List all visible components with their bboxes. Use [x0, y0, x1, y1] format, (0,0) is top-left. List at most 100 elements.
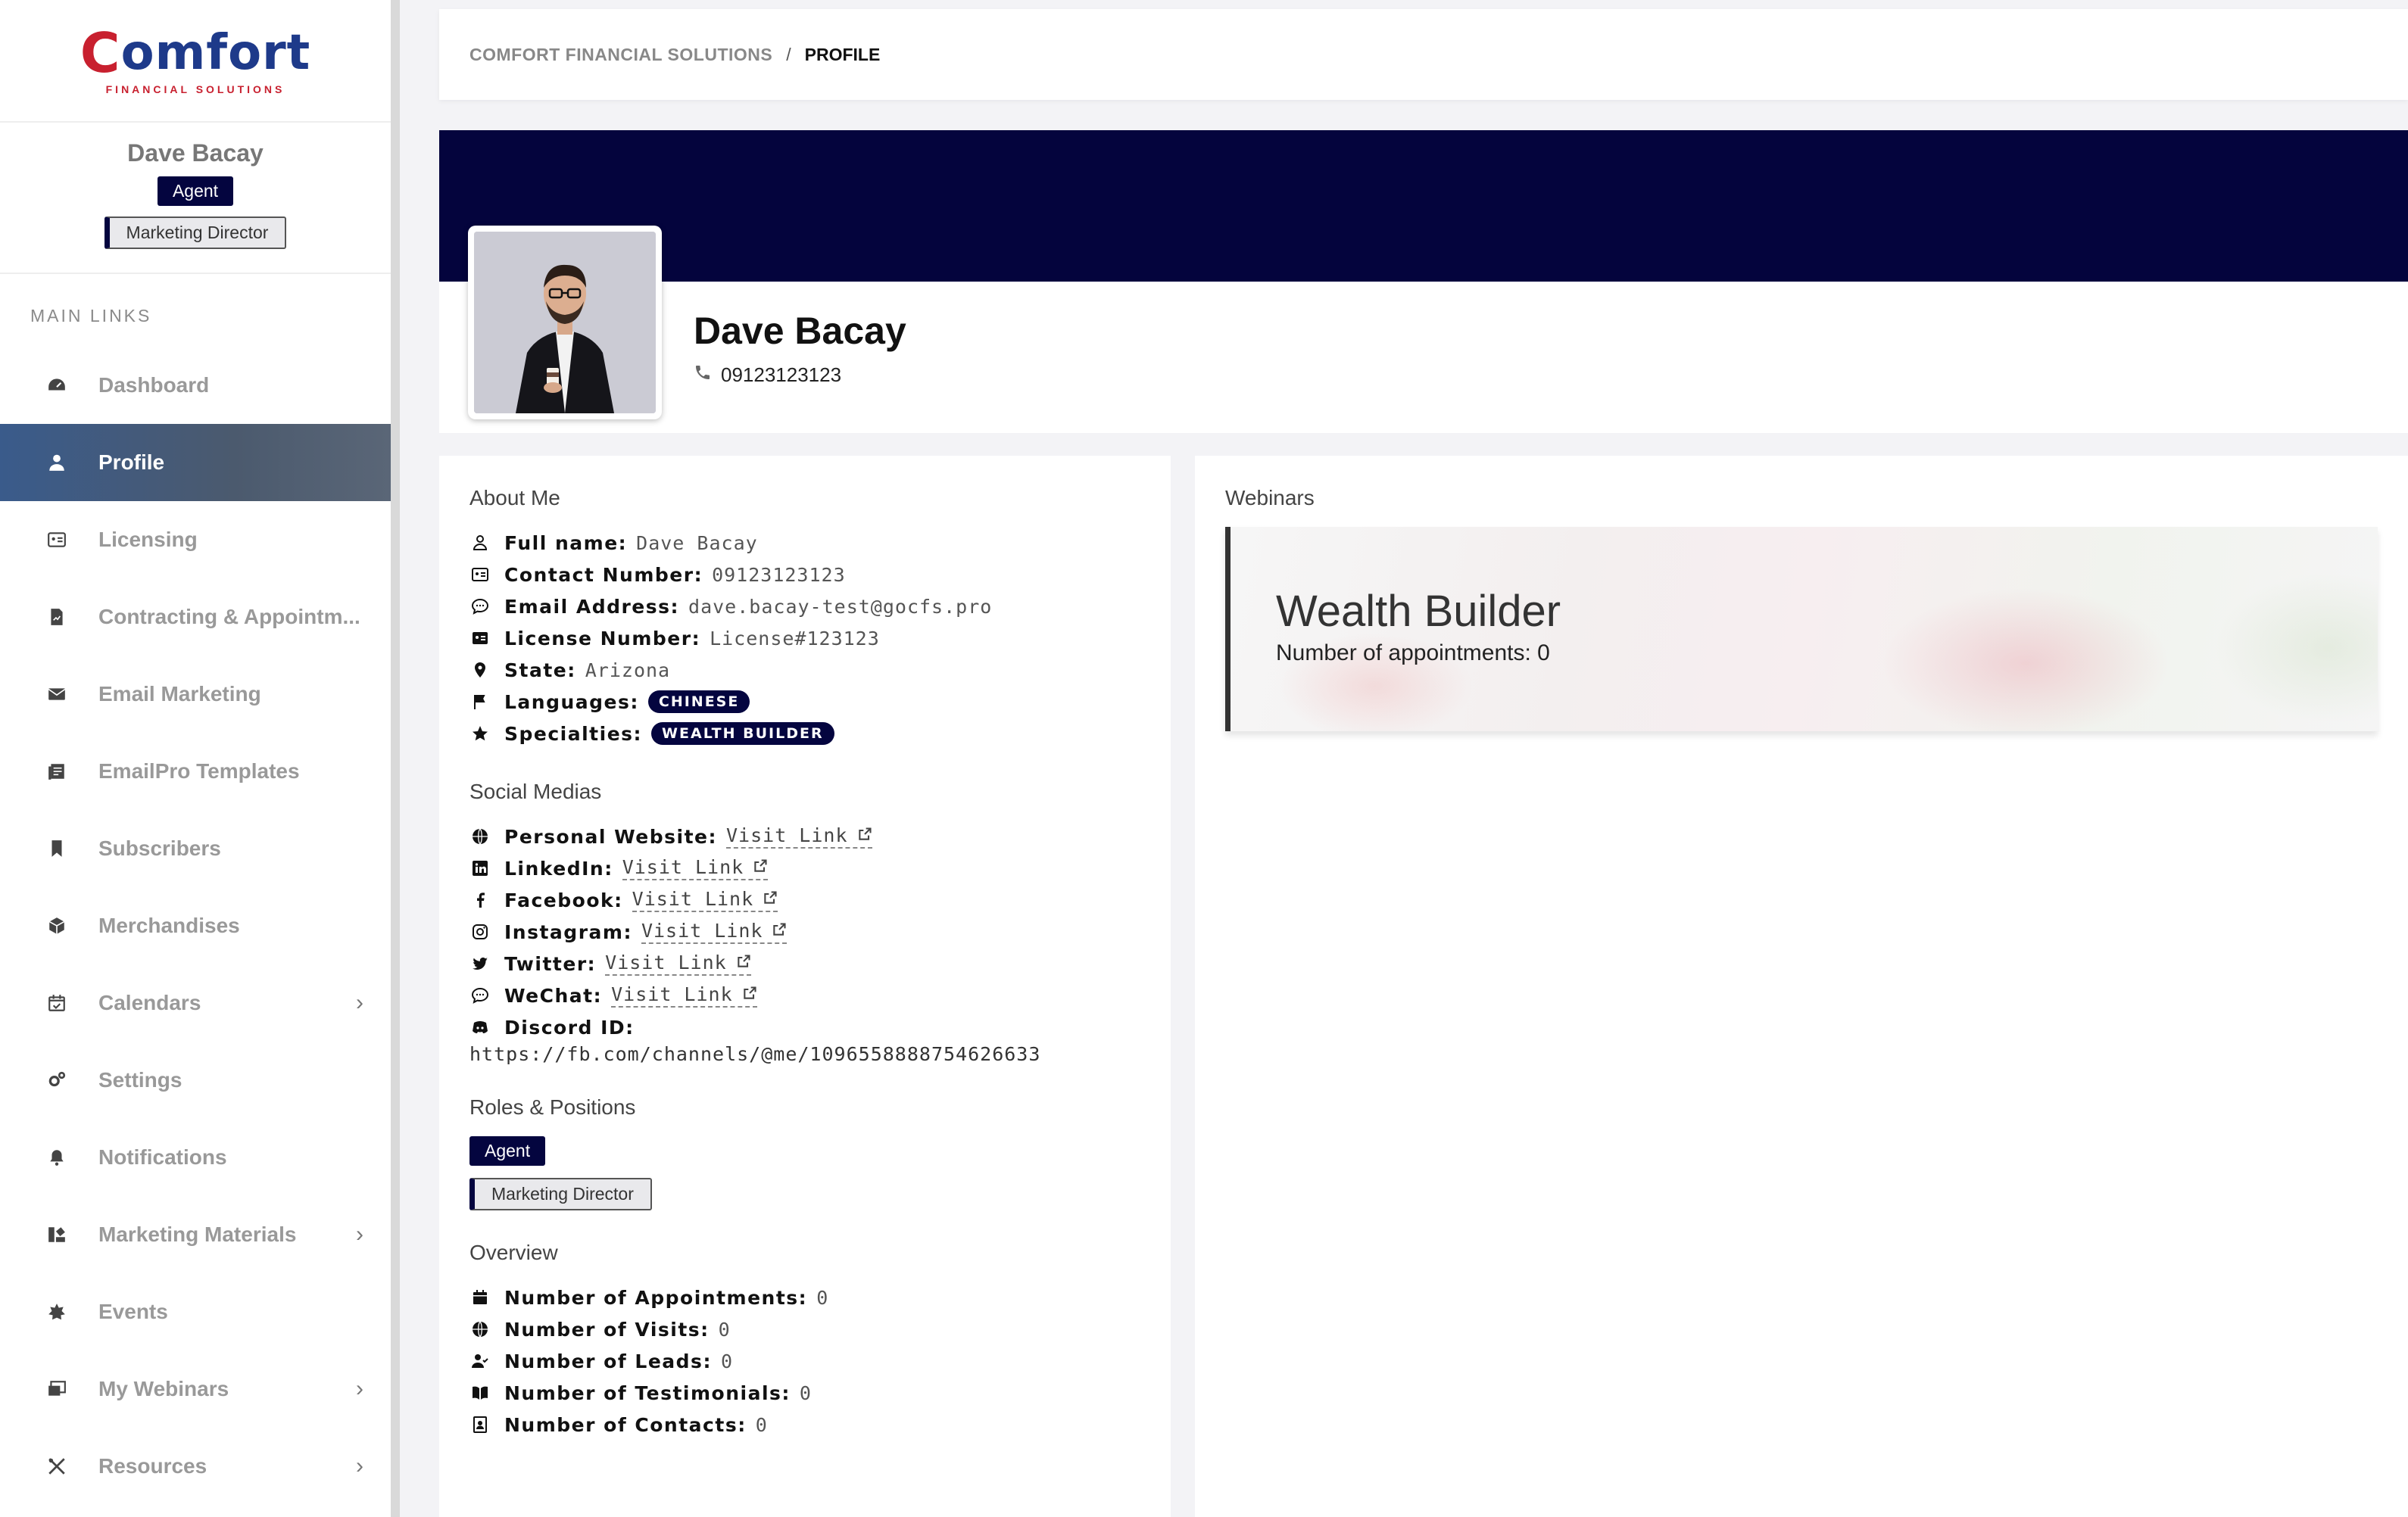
sidebar-item-my-webinars[interactable]: My Webinars ›: [0, 1350, 391, 1428]
languages-label: Languages:: [504, 690, 639, 713]
facebook-icon: [469, 891, 491, 909]
about-row: State: Arizona: [469, 654, 1140, 686]
discord-icon: [469, 1018, 491, 1036]
avatar: [468, 226, 662, 419]
logo-wordmark: Comfort: [80, 26, 310, 80]
about-row: Contact Number: 09123123123: [469, 559, 1140, 590]
overview-row-value: 0: [720, 1350, 734, 1372]
external-link-icon: [742, 983, 757, 1005]
visit-link[interactable]: Visit Link: [622, 856, 769, 880]
social-row: Twitter: Visit Link: [469, 948, 1140, 980]
overview-row-label: Number of Contacts:: [504, 1413, 747, 1436]
visit-link[interactable]: Visit Link: [632, 888, 778, 912]
social-list: Personal Website: Visit Link LinkedIn: Visi…: [469, 821, 1140, 1011]
sidebar-item-resources[interactable]: Resources ›: [0, 1428, 391, 1505]
sidebar-item-notifications[interactable]: Notifications: [0, 1119, 391, 1196]
sidebar-item-licensing[interactable]: Licensing: [0, 501, 391, 578]
breadcrumb-separator: /: [786, 44, 791, 64]
sidebar-item-label: Settings: [98, 1068, 182, 1092]
external-link-icon: [736, 952, 751, 973]
visit-link[interactable]: Visit Link: [611, 983, 757, 1008]
profile-photo: [474, 232, 656, 413]
template-icon: [45, 762, 68, 781]
address-book-icon: [469, 1416, 491, 1434]
calendar-icon: [469, 1288, 491, 1307]
languages-row: Languages: CHINESE: [469, 686, 1140, 718]
envelope-icon: [45, 684, 68, 704]
role-badge: Agent: [469, 1136, 546, 1166]
overview-row: Number of Appointments: 0: [469, 1282, 1140, 1313]
profile-header-card: Dave Bacay 09123123123: [439, 130, 2408, 433]
overview-row-label: Number of Visits:: [504, 1318, 710, 1341]
chevron-right-icon: ›: [356, 1222, 363, 1247]
user-check-icon: [469, 1352, 491, 1370]
sidebar-item-email-marketing[interactable]: Email Marketing: [0, 656, 391, 733]
about-row-value: Arizona: [585, 659, 671, 681]
about-row-label: State:: [504, 659, 576, 681]
sidebar-item-marketing-materials[interactable]: Marketing Materials ›: [0, 1196, 391, 1273]
sidebar-item-label: Events: [98, 1300, 168, 1323]
external-link-icon: [753, 856, 768, 878]
visit-link-text: Visit Link: [622, 856, 744, 878]
discord-value: https://fb.com/channels/@me/109655888875…: [469, 1043, 1041, 1065]
overview-title: Overview: [469, 1241, 558, 1264]
license-card-icon: [469, 629, 491, 647]
location-pin-icon: [469, 661, 491, 679]
breadcrumb-root[interactable]: COMFORT FINANCIAL SOLUTIONS: [469, 45, 772, 65]
chevron-right-icon: ›: [356, 1453, 363, 1478]
webinars-title: Webinars: [1225, 486, 1315, 509]
visit-link-text: Visit Link: [611, 983, 733, 1005]
calendar-check-icon: [45, 993, 68, 1013]
position-badge: Marketing Director: [469, 1178, 652, 1210]
webinars-card: Webinars Wealth Builder Number of appoin…: [1195, 456, 2408, 1517]
star-burst-icon: [45, 1302, 68, 1322]
phone-icon: [694, 363, 712, 387]
sidebar-item-dashboard[interactable]: Dashboard: [0, 347, 391, 424]
wechat-icon: [469, 986, 491, 1005]
company-logo[interactable]: Comfort FINANCIAL SOLUTIONS: [0, 0, 391, 123]
main-links-label: MAIN LINKS: [30, 306, 152, 326]
visit-link[interactable]: Visit Link: [641, 920, 788, 944]
about-row-label: Contact Number:: [504, 563, 703, 586]
user-outline-icon: [469, 534, 491, 552]
visit-link-text: Visit Link: [605, 952, 727, 973]
sidebar-item-label: EmailPro Templates: [98, 759, 300, 783]
overview-row: Number of Contacts: 0: [469, 1409, 1140, 1441]
sidebar-item-contracting-appointm[interactable]: Contracting & Appointm...: [0, 578, 391, 656]
visit-link[interactable]: Visit Link: [726, 824, 872, 849]
social-row: Personal Website: Visit Link: [469, 821, 1140, 852]
webinar-tile[interactable]: Wealth Builder Number of appointments: 0: [1225, 527, 2378, 731]
sidebar-item-merchandises[interactable]: Merchandises: [0, 887, 391, 964]
sidebar-item-events[interactable]: Events: [0, 1273, 391, 1350]
social-row: Facebook: Visit Link: [469, 884, 1140, 916]
about-row-label: Email Address:: [504, 595, 680, 618]
sidebar-item-calendars[interactable]: Calendars ›: [0, 964, 391, 1042]
social-row-label: LinkedIn:: [504, 857, 613, 880]
sidebar-item-emailpro-templates[interactable]: EmailPro Templates: [0, 733, 391, 810]
sidebar-item-subscribers[interactable]: Subscribers: [0, 810, 391, 887]
globe-icon: [469, 827, 491, 846]
sidebar-item-settings[interactable]: Settings: [0, 1042, 391, 1119]
overview-row-value: 0: [718, 1318, 731, 1341]
visit-link-text: Visit Link: [641, 920, 763, 942]
profile-name: Dave Bacay: [694, 310, 906, 352]
social-row: WeChat: Visit Link: [469, 980, 1140, 1011]
logo-tagline: FINANCIAL SOLUTIONS: [105, 83, 285, 95]
globe-icon: [469, 1320, 491, 1338]
book-open-icon: [469, 1384, 491, 1402]
specialties-label: Specialties:: [504, 722, 643, 745]
about-list: Full name: Dave Bacay Contact Number: 09123…: [469, 527, 1140, 686]
external-link-icon: [763, 888, 778, 910]
logo-brand: omfort: [120, 25, 311, 81]
sidebar-item-profile[interactable]: Profile: [0, 424, 391, 501]
social-row-label: WeChat:: [504, 984, 603, 1007]
visit-link[interactable]: Visit Link: [605, 952, 751, 976]
sidebar-item-label: Subscribers: [98, 836, 221, 860]
sidebar-item-label: Contracting & Appointm...: [98, 605, 360, 628]
breadcrumb-current: PROFILE: [804, 44, 881, 64]
external-link-icon: [772, 920, 787, 942]
about-card: About Me Full name: Dave Bacay Contact Num…: [439, 456, 1171, 1517]
profile-banner: [439, 130, 2408, 282]
about-row-value: Dave Bacay: [636, 531, 758, 554]
overview-row-label: Number of Testimonials:: [504, 1381, 791, 1404]
